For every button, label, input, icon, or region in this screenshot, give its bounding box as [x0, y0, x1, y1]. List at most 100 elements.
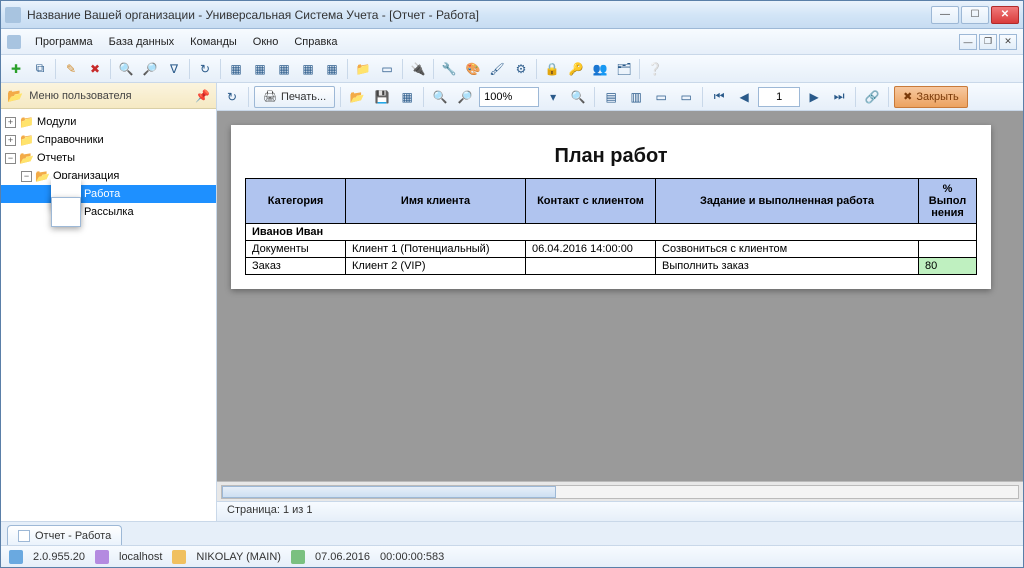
cell-client: Клиент 2 (VIP)	[346, 258, 526, 275]
edit-button[interactable]: ✎	[60, 58, 82, 80]
wrench-icon[interactable]: 🔧	[438, 58, 460, 80]
plug-icon[interactable]: 🔌	[407, 58, 429, 80]
last-page-icon[interactable]: ⏭	[828, 86, 850, 108]
separator	[594, 87, 595, 107]
folder-icon[interactable]: 📁	[352, 58, 374, 80]
zoom-in-icon[interactable]: 🔎	[454, 86, 476, 108]
lock-icon[interactable]: 🔒	[541, 58, 563, 80]
window-title: Название Вашей организации - Универсальн…	[27, 8, 931, 22]
brush-icon[interactable]: 🖌	[486, 58, 508, 80]
separator	[340, 87, 341, 107]
attach-icon[interactable]: 🔗	[861, 86, 883, 108]
status-time: 00:00:00:583	[380, 551, 444, 563]
report-viewport[interactable]: План работ Категория Имя клиента Контакт…	[217, 111, 1023, 481]
grid1-icon[interactable]: ▦	[225, 58, 247, 80]
help-icon[interactable]: ❔	[644, 58, 666, 80]
horizontal-scrollbar[interactable]	[217, 481, 1023, 501]
prev-page-icon[interactable]: ◀	[733, 86, 755, 108]
separator	[189, 59, 190, 79]
zoom-input[interactable]	[479, 87, 539, 107]
users-icon[interactable]: 👥	[589, 58, 611, 80]
tree-node-org[interactable]: − 📂 Организация	[1, 167, 216, 185]
layout2-icon[interactable]: ▥	[625, 86, 647, 108]
copy-button[interactable]: ⧉	[29, 58, 51, 80]
pin-icon[interactable]: 📌	[195, 89, 210, 103]
tree-node-refs[interactable]: + 📁 Справочники	[1, 131, 216, 149]
titlebar: Название Вашей организации - Универсальн…	[1, 1, 1023, 29]
palette-icon[interactable]: 🎨	[462, 58, 484, 80]
tree-node-work[interactable]: Работа	[1, 185, 216, 203]
next-page-icon[interactable]: ▶	[803, 86, 825, 108]
zoom-out-icon[interactable]: 🔍	[429, 86, 451, 108]
key-icon[interactable]: 🔑	[565, 58, 587, 80]
col-pct: % Выпол нения	[919, 179, 977, 224]
filter-button[interactable]: ∇	[163, 58, 185, 80]
expand-icon[interactable]: +	[5, 135, 16, 146]
delete-button[interactable]: ✖	[84, 58, 106, 80]
grid3-icon[interactable]: ▦	[273, 58, 295, 80]
close-report-button[interactable]: ✖ Закрыть	[894, 86, 968, 108]
add-button[interactable]: ✚	[5, 58, 27, 80]
report-pane: ↻ 🖨 Печать... 📂 💾 ▦ 🔍 🔎 ▾ 🔍 ▤ ▥	[217, 83, 1023, 521]
close-label: Закрыть	[916, 91, 958, 103]
doc-tab-report-work[interactable]: Отчет - Работа	[7, 525, 122, 545]
collapse-icon[interactable]: −	[5, 153, 16, 164]
tree-node-reports[interactable]: − 📂 Отчеты	[1, 149, 216, 167]
status-host: localhost	[119, 551, 162, 563]
printer-icon: 🖨	[263, 90, 277, 103]
open-icon[interactable]: 📂	[346, 86, 368, 108]
menu-help[interactable]: Справка	[286, 33, 345, 51]
col-category: Категория	[246, 179, 346, 224]
cell-category: Заказ	[246, 258, 346, 275]
layout1-icon[interactable]: ▤	[600, 86, 622, 108]
export-icon[interactable]: ▦	[396, 86, 418, 108]
mdi-minimize-button[interactable]: —	[959, 34, 977, 50]
zoom-reset-icon[interactable]: 🔍	[567, 86, 589, 108]
menu-program[interactable]: Программа	[27, 33, 101, 51]
excel-export-icon[interactable]: ▦	[321, 58, 343, 80]
scroll-thumb[interactable]	[222, 486, 556, 498]
maximize-button[interactable]: ☐	[961, 6, 989, 24]
separator	[536, 59, 537, 79]
tree-node-modules[interactable]: + 📁 Модули	[1, 113, 216, 131]
mdi-restore-button[interactable]: ❐	[979, 34, 997, 50]
tree-node-mailing[interactable]: Рассылка	[1, 203, 216, 221]
page-input[interactable]	[758, 87, 800, 107]
grid4-icon[interactable]: ▦	[297, 58, 319, 80]
expand-icon[interactable]: +	[5, 117, 16, 128]
close-button[interactable]: ✕	[991, 6, 1019, 24]
app-icon-small	[7, 35, 21, 49]
menu-database[interactable]: База данных	[101, 33, 183, 51]
menu-commands[interactable]: Команды	[182, 33, 245, 51]
minimize-button[interactable]: —	[931, 6, 959, 24]
separator	[433, 59, 434, 79]
outline-icon[interactable]: ▭	[675, 86, 697, 108]
find-next-button[interactable]: 🔎	[139, 58, 161, 80]
zoom-dropdown-icon[interactable]: ▾	[542, 86, 564, 108]
window-icon[interactable]: ▭	[376, 58, 398, 80]
main-toolbar: ✚ ⧉ ✎ ✖ 🔍 🔎 ∇ ↻ ▦ ▦ ▦ ▦ ▦ 📁 ▭ 🔌 🔧 🎨 🖌 ⚙ …	[1, 55, 1023, 83]
refresh-report-icon[interactable]: ↻	[221, 86, 243, 108]
cell-pct	[919, 241, 977, 258]
first-page-icon[interactable]: ⏮	[708, 86, 730, 108]
menu-window[interactable]: Окно	[245, 33, 287, 51]
scroll-track[interactable]	[221, 485, 1019, 499]
grid2-icon[interactable]: ▦	[249, 58, 271, 80]
save-icon[interactable]: 💾	[371, 86, 393, 108]
collapse-icon[interactable]: −	[21, 171, 32, 182]
separator	[888, 87, 889, 107]
status-version: 2.0.955.20	[33, 551, 85, 563]
search-button[interactable]: 🔍	[115, 58, 137, 80]
margins-icon[interactable]: ▭	[650, 86, 672, 108]
col-task: Задание и выполненная работа	[656, 179, 919, 224]
separator	[855, 87, 856, 107]
tree-label: Отчеты	[37, 152, 75, 164]
refresh-button[interactable]: ↻	[194, 58, 216, 80]
folder-icon: 📁	[19, 115, 34, 129]
mdi-close-button[interactable]: ✕	[999, 34, 1017, 50]
page-icon	[51, 197, 81, 227]
gear-icon[interactable]: ⚙	[510, 58, 532, 80]
audit-icon[interactable]: 🗂	[613, 58, 635, 80]
group-row: Иванов Иван	[246, 224, 977, 241]
print-button[interactable]: 🖨 Печать...	[254, 86, 335, 108]
